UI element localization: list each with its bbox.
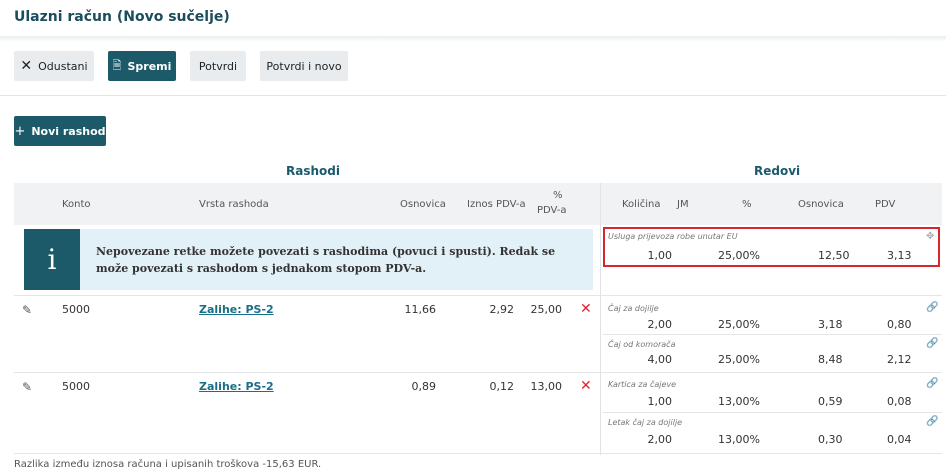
line-vat: 0,80 <box>887 318 912 331</box>
save-label: Spremi <box>127 59 172 73</box>
delete-icon[interactable]: ✕ <box>580 378 592 394</box>
edit-pencil-icon[interactable]: ✎ <box>22 380 32 394</box>
confirm-label: Potvrdi <box>198 59 238 73</box>
table-bottom-border <box>14 453 942 454</box>
expenses-section-title: Rashodi <box>286 164 340 178</box>
expense-osnovica: 11,66 <box>404 303 437 316</box>
column-divider <box>600 183 601 455</box>
expense-pct: 25,00 <box>530 303 563 316</box>
line-name: Letak čaj za dojilje <box>608 418 683 427</box>
line-divider <box>603 334 942 335</box>
new-expense-label: Novi rashod <box>31 124 106 138</box>
link-icon[interactable]: 🔗 <box>926 416 938 427</box>
save-icon: 🗎 <box>112 58 122 72</box>
new-expense-button[interactable]: + Novi rashod <box>14 116 106 146</box>
line-vat: 0,08 <box>887 395 912 408</box>
info-icon: i <box>24 229 80 290</box>
col-osnovica-r: Osnovica <box>798 199 844 210</box>
line-divider <box>603 412 942 413</box>
confirm-new-button[interactable]: Potvrdi i novo <box>260 51 348 81</box>
expense-konto: 5000 <box>62 303 90 316</box>
line-pct: 25,00% <box>718 318 760 331</box>
line-base: 0,59 <box>818 395 843 408</box>
unlinked-base: 12,50 <box>818 249 850 262</box>
line-pct: 13,00% <box>718 395 760 408</box>
expense-iznos-pdv: 0,12 <box>489 380 515 393</box>
line-qty: 1,00 <box>647 395 673 408</box>
row-divider <box>14 295 942 296</box>
col-pct-bottom: PDV-a <box>537 205 567 216</box>
link-icon[interactable]: 🔗 <box>926 378 938 389</box>
col-pct: % <box>742 199 752 210</box>
rows-section-title: Redovi <box>754 164 801 178</box>
unlinked-pct: 25,00% <box>718 249 760 262</box>
page-title: Ulazni račun (Novo sučelje) <box>14 9 230 25</box>
link-icon[interactable]: 🔗 <box>926 302 938 313</box>
line-name: Čaj od komorača <box>608 340 676 349</box>
line-base: 0,30 <box>818 433 843 446</box>
col-konto: Konto <box>62 199 91 210</box>
confirm-button[interactable]: Potvrdi <box>190 51 246 81</box>
header-shadow <box>0 36 946 42</box>
drag-handle-icon[interactable]: ✥ <box>926 231 934 242</box>
cancel-label: Odustani <box>38 59 88 73</box>
confirm-new-label: Potvrdi i novo <box>266 59 342 73</box>
col-pdv: PDV <box>875 199 896 210</box>
footer-note: Razlika između iznosa računa i upisanih … <box>14 459 322 470</box>
col-pct-top: % <box>553 190 563 201</box>
unlinked-row-name: Usluga prijevoza robe unutar EU <box>608 232 738 241</box>
link-icon[interactable]: 🔗 <box>926 338 938 349</box>
row-divider <box>14 372 942 373</box>
save-button[interactable]: 🗎 Spremi <box>108 51 176 81</box>
cancel-button[interactable]: ✕ Odustani <box>14 51 94 81</box>
col-vrsta: Vrsta rashoda <box>199 199 269 210</box>
line-qty: 2,00 <box>647 433 673 446</box>
toolbar-divider <box>0 95 946 96</box>
plus-icon: + <box>14 123 26 139</box>
line-name: Kartica za čajeve <box>608 380 677 389</box>
expense-konto: 5000 <box>62 380 90 393</box>
expense-vrsta-link[interactable]: Zalihe: PS-2 <box>199 303 274 316</box>
expense-osnovica: 0,89 <box>411 380 437 393</box>
info-text: Nepovezane retke možete povezati s rasho… <box>96 245 556 275</box>
unlinked-vat: 3,13 <box>887 249 912 262</box>
expense-pct: 13,00 <box>530 380 563 393</box>
close-icon: ✕ <box>20 58 33 74</box>
line-vat: 2,12 <box>887 353 912 366</box>
line-base: 8,48 <box>818 353 843 366</box>
col-osnovica: Osnovica <box>400 199 446 210</box>
expense-iznos-pdv: 2,92 <box>489 303 515 316</box>
line-vat: 0,04 <box>887 433 912 446</box>
delete-icon[interactable]: ✕ <box>580 301 592 317</box>
line-qty: 4,00 <box>647 353 673 366</box>
line-base: 3,18 <box>818 318 843 331</box>
line-qty: 2,00 <box>647 318 673 331</box>
line-pct: 25,00% <box>718 353 760 366</box>
col-iznos-pdv: Iznos PDV-a <box>467 199 526 210</box>
col-jm: JM <box>677 199 689 210</box>
edit-pencil-icon[interactable]: ✎ <box>22 303 32 317</box>
line-pct: 13,00% <box>718 433 760 446</box>
col-kolicina: Količina <box>622 199 661 210</box>
unlinked-qty: 1,00 <box>647 249 673 262</box>
expense-vrsta-link[interactable]: Zalihe: PS-2 <box>199 380 274 393</box>
line-name: Čaj za dojilje <box>608 304 659 313</box>
